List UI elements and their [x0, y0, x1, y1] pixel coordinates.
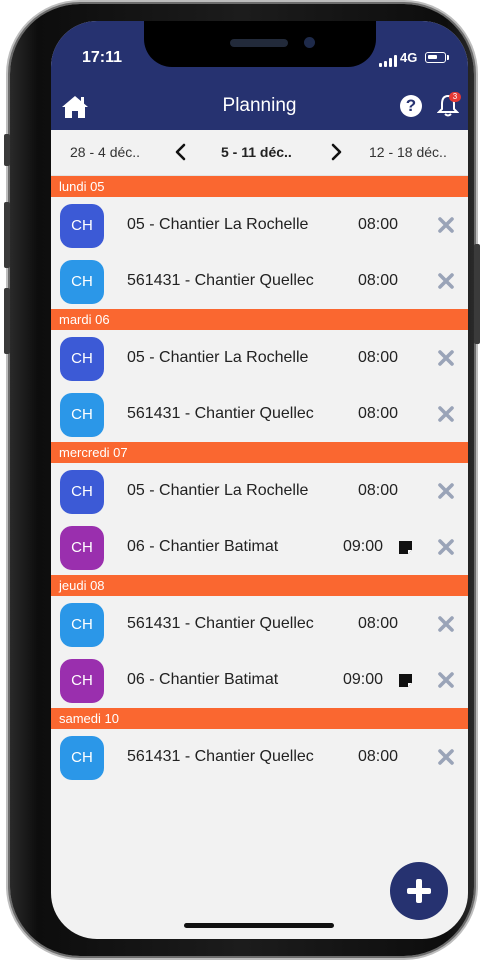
- planning-item[interactable]: CH 561431 - Chantier Quellec 08:00: [51, 253, 468, 309]
- power-button: [474, 244, 480, 344]
- network-label: 4G: [400, 50, 418, 65]
- chevron-right-icon[interactable]: [327, 142, 345, 162]
- delete-icon[interactable]: [436, 481, 456, 501]
- site-name: 05 - Chantier La Rochelle: [127, 482, 309, 499]
- notification-badge: 3: [449, 92, 461, 102]
- site-avatar: CH: [60, 260, 104, 304]
- planning-item[interactable]: CH 05 - Chantier La Rochelle 08:00: [51, 463, 468, 519]
- start-time: 08:00: [358, 748, 399, 765]
- start-time: 09:00: [343, 538, 384, 555]
- chevron-left-icon[interactable]: [172, 142, 190, 162]
- add-button[interactable]: [390, 862, 448, 920]
- site-name: 05 - Chantier La Rochelle: [127, 349, 309, 366]
- start-time: 08:00: [358, 405, 399, 422]
- site-name: 561431 - Chantier Quellec: [127, 405, 314, 422]
- planning-item[interactable]: CH 06 - Chantier Batimat 09:00: [51, 519, 468, 575]
- home-indicator[interactable]: [184, 923, 334, 928]
- week-selector: 28 - 4 déc.. 5 - 11 déc.. 12 - 18 déc..: [51, 130, 468, 176]
- delete-icon[interactable]: [436, 404, 456, 424]
- notch: [144, 21, 376, 67]
- site-name: 561431 - Chantier Quellec: [127, 748, 314, 765]
- site-avatar: CH: [60, 526, 104, 570]
- current-week: 5 - 11 déc..: [221, 144, 292, 160]
- site-avatar: CH: [60, 603, 104, 647]
- day-header: samedi 10: [51, 708, 468, 729]
- start-time: 08:00: [358, 216, 399, 233]
- site-avatar: CH: [60, 337, 104, 381]
- screen: 17:11 4G Planning ? 3 28 - 4 déc.. 5 - 1…: [51, 21, 468, 939]
- start-time: 08:00: [358, 615, 399, 632]
- start-time: 08:00: [358, 349, 399, 366]
- site-avatar: CH: [60, 659, 104, 703]
- battery-icon: [425, 52, 446, 63]
- day-header: jeudi 08: [51, 575, 468, 596]
- day-header: lundi 05: [51, 176, 468, 197]
- app-header: 17:11 4G Planning ? 3: [51, 21, 468, 130]
- delete-icon[interactable]: [436, 215, 456, 235]
- planning-list: lundi 05 CH 05 - Chantier La Rochelle 08:00…: [51, 176, 468, 785]
- site-avatar: CH: [60, 470, 104, 514]
- planning-item[interactable]: CH 561431 - Chantier Quellec 08:00: [51, 596, 468, 652]
- volume-down-button: [4, 288, 10, 354]
- volume-up-button: [4, 202, 10, 268]
- status-time: 17:11: [82, 49, 123, 66]
- previous-week[interactable]: 28 - 4 déc..: [70, 144, 140, 160]
- site-avatar: CH: [60, 393, 104, 437]
- note-icon[interactable]: [399, 541, 412, 554]
- planning-item[interactable]: CH 561431 - Chantier Quellec 08:00: [51, 729, 468, 785]
- start-time: 08:00: [358, 482, 399, 499]
- site-avatar: CH: [60, 736, 104, 780]
- site-avatar: CH: [60, 204, 104, 248]
- start-time: 09:00: [343, 671, 384, 688]
- delete-icon[interactable]: [436, 747, 456, 767]
- day-header: mercredi 07: [51, 442, 468, 463]
- help-icon[interactable]: ?: [400, 95, 422, 117]
- delete-icon[interactable]: [436, 271, 456, 291]
- speaker: [230, 39, 288, 47]
- planning-item[interactable]: CH 561431 - Chantier Quellec 08:00: [51, 386, 468, 442]
- planning-item[interactable]: CH 06 - Chantier Batimat 09:00: [51, 652, 468, 708]
- delete-icon[interactable]: [436, 614, 456, 634]
- planning-item[interactable]: CH 05 - Chantier La Rochelle 08:00: [51, 197, 468, 253]
- start-time: 08:00: [358, 272, 399, 289]
- signal-icon: [379, 55, 397, 67]
- phone-frame: 17:11 4G Planning ? 3 28 - 4 déc.. 5 - 1…: [4, 4, 480, 956]
- delete-icon[interactable]: [436, 348, 456, 368]
- delete-icon[interactable]: [436, 537, 456, 557]
- note-icon[interactable]: [399, 674, 412, 687]
- site-name: 561431 - Chantier Quellec: [127, 272, 314, 289]
- battery-tip: [447, 55, 449, 60]
- site-name: 06 - Chantier Batimat: [127, 538, 279, 555]
- delete-icon[interactable]: [436, 670, 456, 690]
- next-week[interactable]: 12 - 18 déc..: [369, 144, 447, 160]
- site-name: 05 - Chantier La Rochelle: [127, 216, 309, 233]
- front-camera: [304, 37, 315, 48]
- plus-icon: [407, 879, 431, 903]
- silent-switch: [4, 134, 10, 166]
- planning-item[interactable]: CH 05 - Chantier La Rochelle 08:00: [51, 330, 468, 386]
- day-header: mardi 06: [51, 309, 468, 330]
- site-name: 06 - Chantier Batimat: [127, 671, 279, 688]
- site-name: 561431 - Chantier Quellec: [127, 615, 314, 632]
